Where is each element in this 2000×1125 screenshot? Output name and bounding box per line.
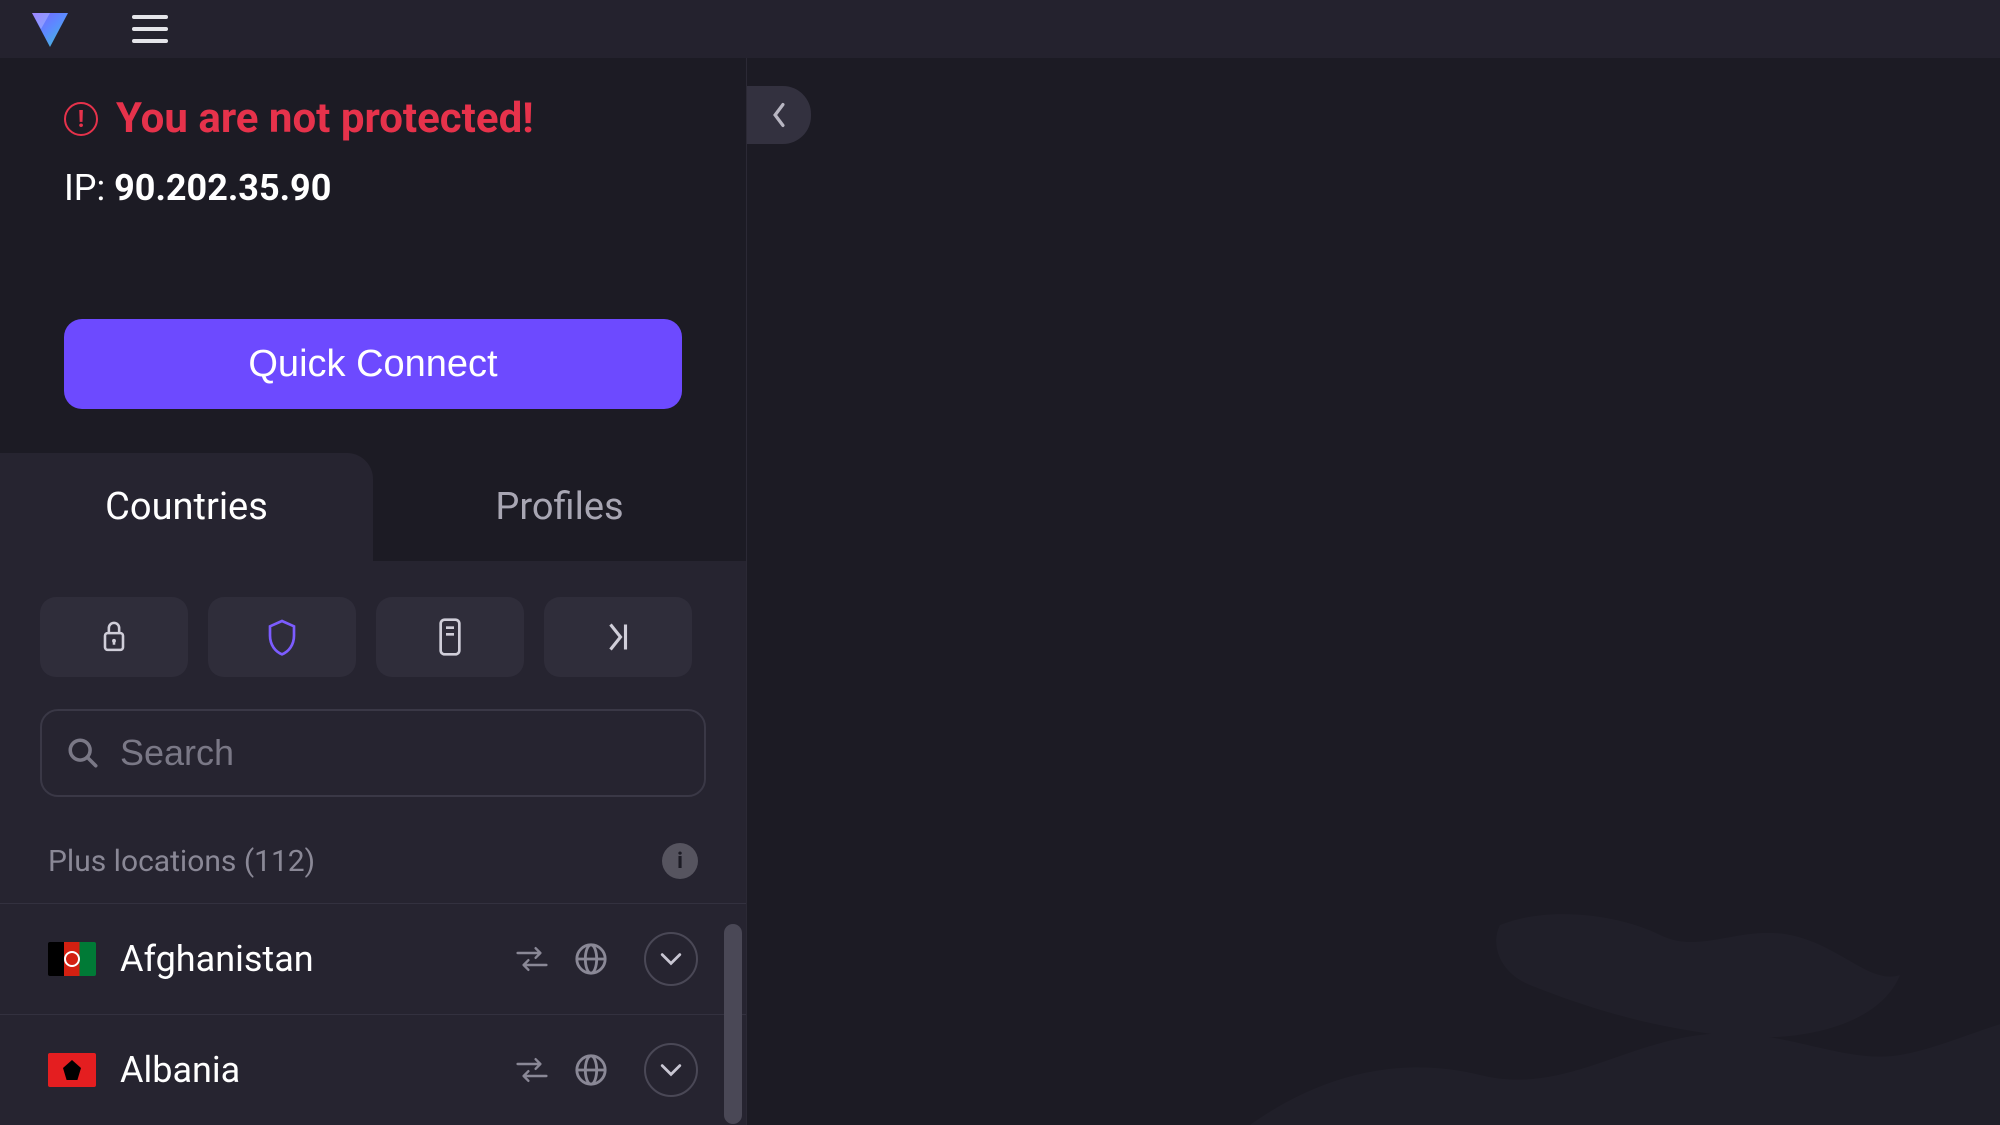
flag-icon xyxy=(48,1053,96,1087)
country-row[interactable]: Albania xyxy=(0,1014,746,1125)
sidebar: ! You are not protected! IP: 90.202.35.9… xyxy=(0,58,746,1125)
warning-icon: ! xyxy=(64,102,98,136)
search-box[interactable] xyxy=(40,709,706,797)
search-input[interactable] xyxy=(120,732,680,774)
map-illustration xyxy=(1200,725,2000,1125)
globe-icon xyxy=(574,942,608,976)
country-row[interactable]: Afghanistan xyxy=(0,903,746,1014)
collapse-sidebar-button[interactable] xyxy=(747,86,811,144)
protection-status: ! You are not protected! xyxy=(64,94,682,143)
country-list: Afghanistan Albania xyxy=(0,903,746,1125)
info-icon[interactable]: i xyxy=(662,843,698,879)
tabs: Countries Profiles xyxy=(0,453,746,561)
app-logo xyxy=(28,7,72,51)
country-name: Albania xyxy=(120,1049,490,1091)
ip-line: IP: 90.202.35.90 xyxy=(64,167,682,209)
titlebar xyxy=(0,0,2000,58)
p2p-icon xyxy=(514,945,550,973)
filter-shield[interactable] xyxy=(208,597,356,677)
expand-button[interactable] xyxy=(644,932,698,986)
country-name: Afghanistan xyxy=(120,938,490,980)
filter-secure-core[interactable] xyxy=(40,597,188,677)
globe-icon xyxy=(574,1053,608,1087)
tab-countries[interactable]: Countries xyxy=(0,453,373,561)
status-text: You are not protected! xyxy=(116,94,534,143)
p2p-icon xyxy=(514,1056,550,1084)
search-icon xyxy=(66,736,100,770)
filter-row xyxy=(0,561,746,677)
ip-value: 90.202.35.90 xyxy=(114,167,331,209)
ip-label: IP: xyxy=(64,167,114,209)
map-area[interactable] xyxy=(746,58,2000,1125)
menu-button[interactable] xyxy=(132,15,168,43)
tab-profiles[interactable]: Profiles xyxy=(373,453,746,561)
flag-icon xyxy=(48,942,96,976)
plus-locations-label: Plus locations (112) xyxy=(48,844,315,879)
filter-p2p[interactable] xyxy=(376,597,524,677)
scrollbar[interactable] xyxy=(724,924,742,1124)
expand-button[interactable] xyxy=(644,1043,698,1097)
quick-connect-button[interactable]: Quick Connect xyxy=(64,319,682,409)
filter-tor[interactable] xyxy=(544,597,692,677)
